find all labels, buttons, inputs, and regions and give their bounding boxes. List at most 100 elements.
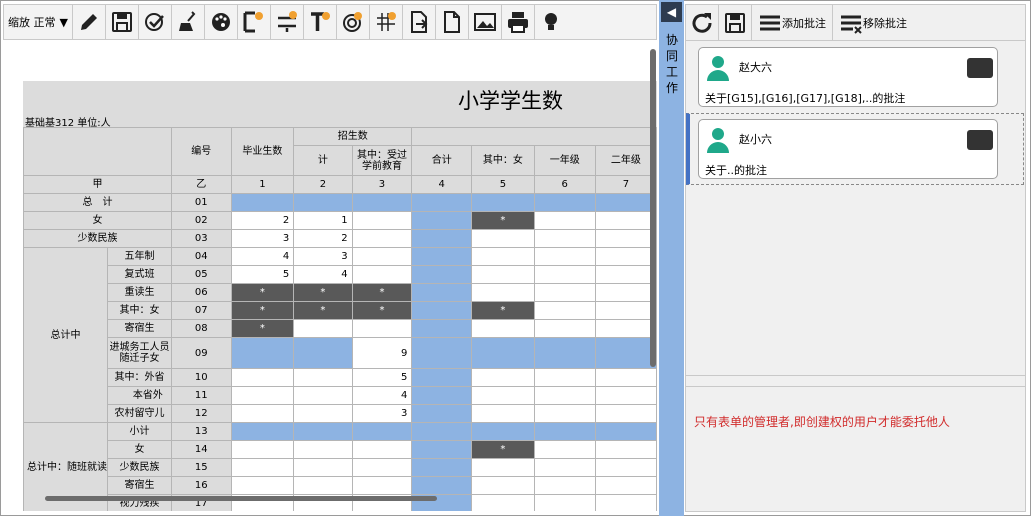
cell-v1[interactable]: * xyxy=(230,319,295,338)
cell-v3[interactable] xyxy=(351,265,413,284)
cell-female[interactable] xyxy=(471,193,535,212)
annotation-card[interactable]: 赵大六 关于[G15],[G16],[G17],[G18],..的批注 xyxy=(698,47,998,107)
cell-grade1[interactable] xyxy=(533,440,596,459)
cell-v3[interactable] xyxy=(351,476,413,495)
tips-button[interactable] xyxy=(535,5,568,39)
export-button[interactable] xyxy=(403,5,436,39)
cell-female[interactable]: * xyxy=(471,440,535,459)
cell-female[interactable] xyxy=(471,283,535,302)
cell-v3[interactable]: 4 xyxy=(351,386,413,405)
cell-grade2[interactable] xyxy=(594,247,657,266)
cell-total[interactable] xyxy=(411,211,473,230)
cell-v3[interactable] xyxy=(351,247,413,266)
cell-v3[interactable] xyxy=(351,422,413,441)
cell-v1[interactable] xyxy=(230,337,295,369)
cell-v2[interactable] xyxy=(293,476,353,495)
cell-total[interactable] xyxy=(411,404,473,423)
cell-female[interactable] xyxy=(471,319,535,338)
cell-v1[interactable] xyxy=(230,404,295,423)
column-width-button[interactable] xyxy=(238,5,271,39)
cell-grade2[interactable] xyxy=(594,368,657,387)
style-button[interactable] xyxy=(205,5,238,39)
cell-v2[interactable] xyxy=(293,193,353,212)
cell-v3[interactable]: * xyxy=(351,283,413,302)
cell-v2[interactable] xyxy=(293,319,353,338)
cell-total[interactable] xyxy=(411,301,473,320)
cell-female[interactable] xyxy=(471,386,535,405)
report-sheet[interactable]: 小学学生数 基础基312 单位:人 编号 毕业生数 招生数 计 其中：受过学前教… xyxy=(3,41,657,511)
cell-v1[interactable]: 2 xyxy=(230,211,295,230)
check-button[interactable] xyxy=(139,5,172,39)
cell-v2[interactable] xyxy=(293,386,353,405)
cell-grade2[interactable] xyxy=(594,440,657,459)
cell-female[interactable] xyxy=(471,368,535,387)
cell-female[interactable]: * xyxy=(471,301,535,320)
cell-v3[interactable]: 3 xyxy=(351,404,413,423)
cell-grade1[interactable] xyxy=(533,283,596,302)
cell-v3[interactable] xyxy=(351,229,413,248)
cell-total[interactable] xyxy=(411,283,473,302)
cell-v3[interactable] xyxy=(351,440,413,459)
cell-grade2[interactable] xyxy=(594,193,657,212)
cell-grade1[interactable] xyxy=(533,265,596,284)
cell-grade1[interactable] xyxy=(533,301,596,320)
clear-button[interactable] xyxy=(172,5,205,39)
row-height-button[interactable] xyxy=(271,5,304,39)
cell-grade1[interactable] xyxy=(533,319,596,338)
cell-grade2[interactable] xyxy=(594,337,657,369)
cell-grade1[interactable] xyxy=(533,386,596,405)
cell-v3[interactable]: 5 xyxy=(351,368,413,387)
cell-grade1[interactable] xyxy=(533,211,596,230)
cell-v3[interactable] xyxy=(351,458,413,477)
annotation-menu-icon[interactable] xyxy=(967,58,993,78)
cell-female[interactable] xyxy=(471,404,535,423)
cell-total[interactable] xyxy=(411,229,473,248)
cell-grade2[interactable] xyxy=(594,458,657,477)
refresh-button[interactable] xyxy=(686,5,719,40)
cell-grade2[interactable] xyxy=(594,386,657,405)
cell-v3[interactable] xyxy=(351,319,413,338)
cell-grade2[interactable] xyxy=(594,404,657,423)
cell-female[interactable] xyxy=(471,229,535,248)
cell-grade2[interactable] xyxy=(594,422,657,441)
cell-female[interactable] xyxy=(471,494,535,511)
cell-grade2[interactable] xyxy=(594,319,657,338)
horizontal-scrollbar[interactable] xyxy=(45,496,437,501)
image-button[interactable] xyxy=(469,5,502,39)
vertical-scrollbar[interactable] xyxy=(650,49,656,367)
zoom-select[interactable]: 缩放 正常 ▼ xyxy=(4,5,73,39)
cell-grade1[interactable] xyxy=(533,494,596,511)
cell-v2[interactable]: * xyxy=(293,283,353,302)
cell-v3[interactable] xyxy=(351,193,413,212)
cell-grade1[interactable] xyxy=(533,476,596,495)
cell-total[interactable] xyxy=(411,440,473,459)
cell-female[interactable]: * xyxy=(471,211,535,230)
cell-grade2[interactable] xyxy=(594,211,657,230)
grid-button[interactable] xyxy=(370,5,403,39)
cell-v1[interactable] xyxy=(230,422,295,441)
cell-v2[interactable] xyxy=(293,368,353,387)
cell-v2[interactable] xyxy=(293,458,353,477)
cell-total[interactable] xyxy=(411,458,473,477)
cell-v3[interactable]: * xyxy=(351,301,413,320)
cell-v1[interactable]: 5 xyxy=(230,265,295,284)
text-button[interactable] xyxy=(304,5,337,39)
cell-v2[interactable]: 1 xyxy=(293,211,353,230)
cell-female[interactable] xyxy=(471,458,535,477)
cell-v3[interactable]: 9 xyxy=(351,337,413,369)
edit-button[interactable] xyxy=(73,5,106,39)
save-button[interactable] xyxy=(106,5,139,39)
add-annotation-button[interactable]: 添加批注 xyxy=(752,5,833,40)
cell-total[interactable] xyxy=(411,422,473,441)
cell-female[interactable] xyxy=(471,265,535,284)
print-button[interactable] xyxy=(502,5,535,39)
cell-v1[interactable] xyxy=(230,368,295,387)
cell-grade2[interactable] xyxy=(594,476,657,495)
cell-female[interactable] xyxy=(471,422,535,441)
cell-total[interactable] xyxy=(411,319,473,338)
cell-female[interactable] xyxy=(471,337,535,369)
cell-v2[interactable] xyxy=(293,404,353,423)
annotation-card[interactable]: 赵小六 关于..的批注 xyxy=(698,119,998,179)
cell-grade2[interactable] xyxy=(594,265,657,284)
cell-v1[interactable]: * xyxy=(230,283,295,302)
